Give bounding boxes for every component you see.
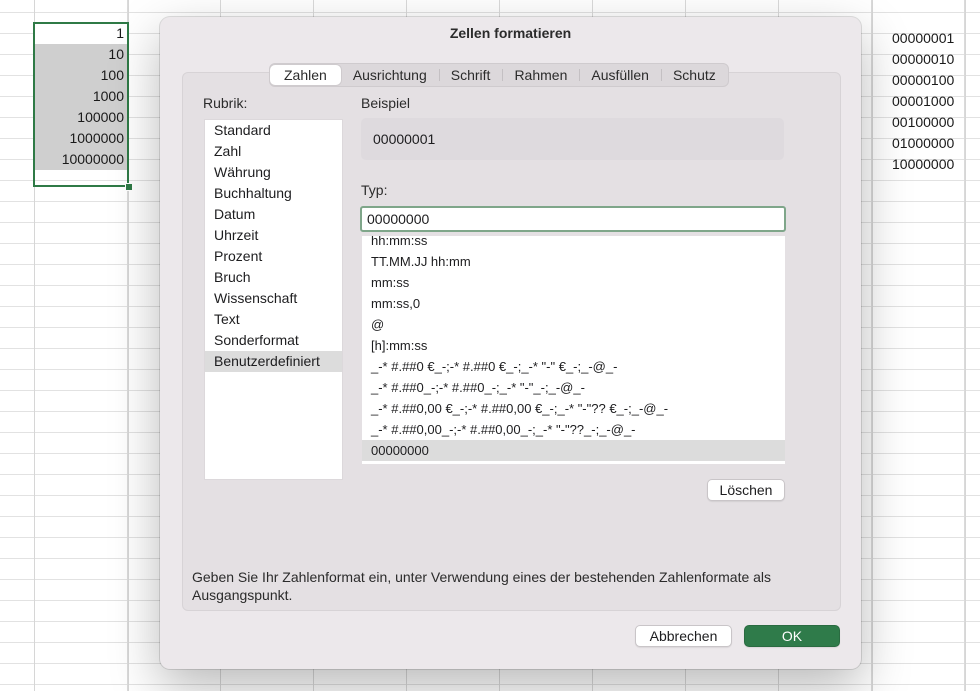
type-input[interactable] <box>360 206 786 232</box>
format-item[interactable]: _-* #.##0,00_-;-* #.##0,00_-;_-* "-"??_-… <box>362 419 785 440</box>
category-item[interactable]: Buchhaltung <box>205 183 342 204</box>
category-item-selected[interactable]: Benutzerdefiniert <box>205 351 342 372</box>
sample-label: Beispiel <box>361 95 411 111</box>
format-list[interactable]: hh:mm:ss TT.MM.JJ hh:mm mm:ss mm:ss,0 @ … <box>362 236 785 464</box>
category-label: Rubrik: <box>203 95 248 111</box>
cell-result-2[interactable]: 00000010 <box>872 49 980 70</box>
format-cells-dialog: Zellen formatieren Zahlen Ausrichtung Sc… <box>160 17 861 669</box>
format-item[interactable]: _-* #.##0_-;-* #.##0_-;_-* "-"_-;_-@_- <box>362 377 785 398</box>
cancel-button[interactable]: Abbrechen <box>635 625 732 647</box>
cell-result-7[interactable]: 10000000 <box>872 154 980 175</box>
cell-result-1[interactable]: 00000001 <box>872 28 980 49</box>
cell-a7[interactable]: 10000000 <box>34 149 128 170</box>
format-item[interactable]: mm:ss <box>362 272 785 293</box>
tab-ausrichtung[interactable]: Ausrichtung <box>341 65 439 85</box>
tab-zahlen[interactable]: Zahlen <box>270 65 341 85</box>
category-item[interactable]: Zahl <box>205 141 342 162</box>
tab-schutz[interactable]: Schutz <box>660 65 728 85</box>
cell-result-5[interactable]: 00100000 <box>872 112 980 133</box>
cell-a3[interactable]: 100 <box>34 65 128 86</box>
category-item[interactable]: Datum <box>205 204 342 225</box>
format-item[interactable]: _-* #.##0 €_-;-* #.##0 €_-;_-* "-" €_-;_… <box>362 356 785 377</box>
format-item[interactable]: TT.MM.JJ hh:mm <box>362 251 785 272</box>
category-item[interactable]: Sonderformat <box>205 330 342 351</box>
fill-handle[interactable] <box>125 183 133 191</box>
category-item[interactable]: Standard <box>205 120 342 141</box>
cell-a6[interactable]: 1000000 <box>34 128 128 149</box>
ok-button[interactable]: OK <box>744 625 840 647</box>
category-item[interactable]: Währung <box>205 162 342 183</box>
tab-ausfuellen[interactable]: Ausfüllen <box>579 65 661 85</box>
tab-rahmen[interactable]: Rahmen <box>502 65 579 85</box>
category-item[interactable]: Prozent <box>205 246 342 267</box>
column-divider <box>128 0 129 691</box>
category-item[interactable]: Wissenschaft <box>205 288 342 309</box>
cell-a2[interactable]: 10 <box>34 44 128 65</box>
cell-result-6[interactable]: 01000000 <box>872 133 980 154</box>
format-item[interactable]: @ <box>362 314 785 335</box>
hint-text: Geben Sie Ihr Zahlenformat ein, unter Ve… <box>192 569 772 603</box>
delete-button[interactable]: Löschen <box>707 479 785 501</box>
category-list[interactable]: Standard Zahl Währung Buchhaltung Datum … <box>204 119 343 480</box>
format-item[interactable]: _-* #.##0,00 €_-;-* #.##0,00 €_-;_-* "-"… <box>362 398 785 419</box>
cell-result-4[interactable]: 00001000 <box>872 91 980 112</box>
category-item[interactable]: Bruch <box>205 267 342 288</box>
format-item[interactable]: [h]:mm:ss <box>362 335 785 356</box>
cell-a4[interactable]: 1000 <box>34 86 128 107</box>
cell-a1[interactable]: 1 <box>34 23 128 44</box>
sample-preview: 00000001 <box>361 118 784 160</box>
format-item[interactable]: hh:mm:ss <box>362 236 785 251</box>
tab-bar: Zahlen Ausrichtung Schrift Rahmen Ausfül… <box>269 63 729 87</box>
category-item[interactable]: Uhrzeit <box>205 225 342 246</box>
category-item[interactable]: Text <box>205 309 342 330</box>
dialog-title: Zellen formatieren <box>449 25 572 41</box>
format-item[interactable]: mm:ss,0 <box>362 293 785 314</box>
cell-result-3[interactable]: 00000100 <box>872 70 980 91</box>
cell-a5[interactable]: 100000 <box>34 107 128 128</box>
tab-schrift[interactable]: Schrift <box>438 65 503 85</box>
format-item-selected[interactable]: 00000000 <box>362 440 785 461</box>
type-label: Typ: <box>361 182 388 198</box>
